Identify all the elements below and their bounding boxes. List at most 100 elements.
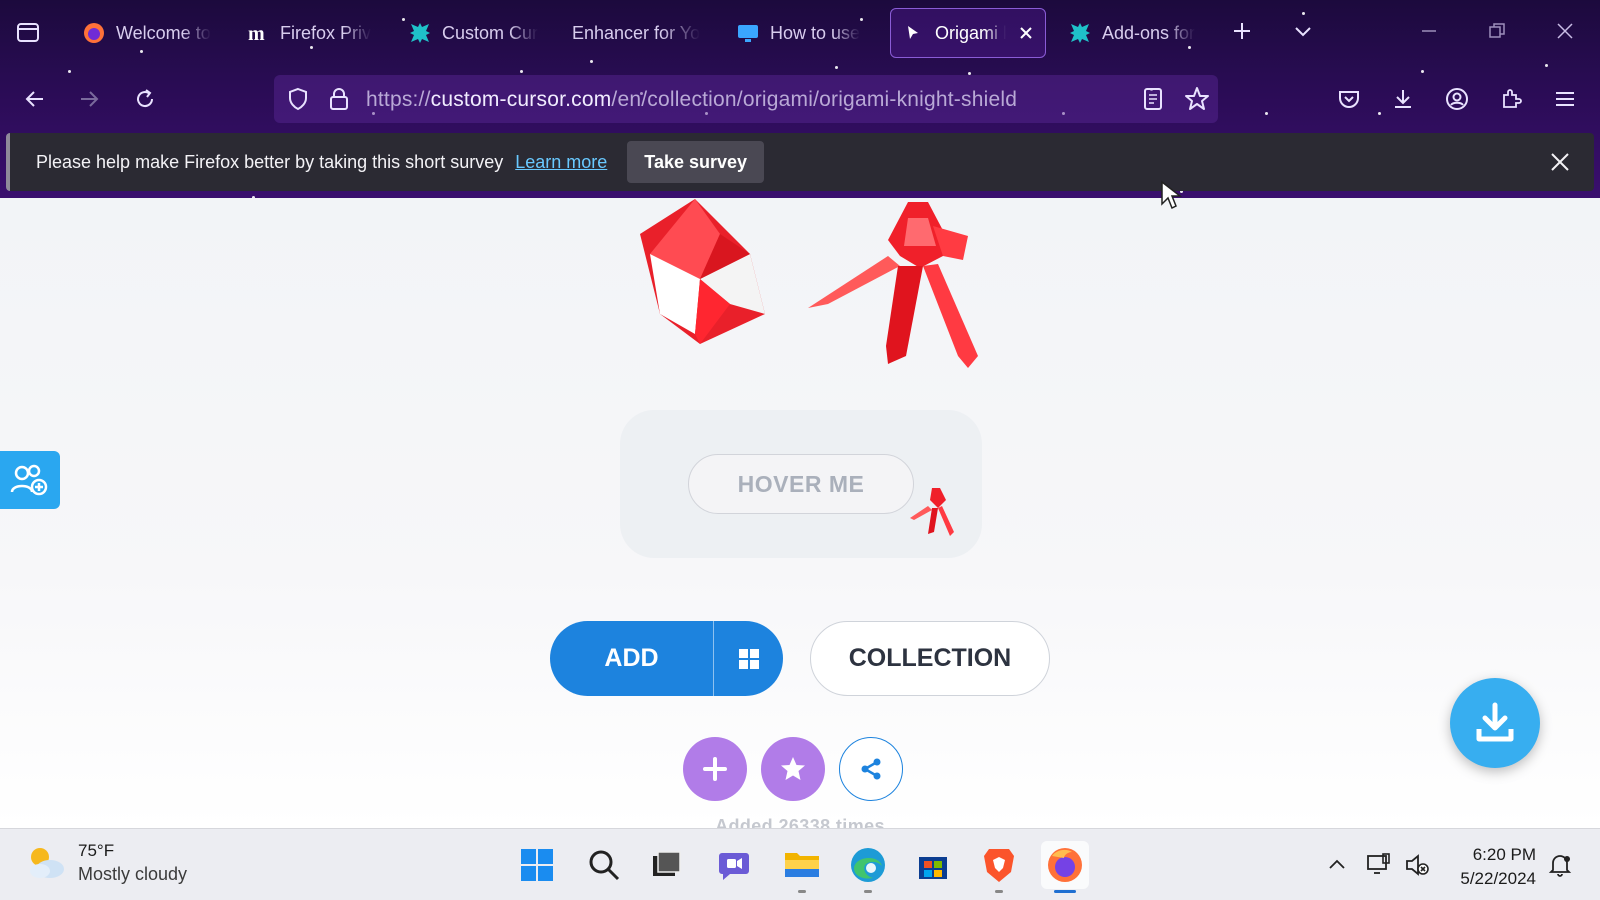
navigation-toolbar: https://custom-cursor.com/en/collection/…: [0, 66, 1600, 132]
show-hidden-icons-button[interactable]: [1323, 851, 1351, 879]
close-icon: [1557, 23, 1573, 39]
add-button-label[interactable]: ADD: [550, 621, 714, 696]
arrow-right-icon: [81, 91, 99, 107]
chevron-up-icon: [1329, 859, 1345, 869]
download-cursor-fab[interactable]: [1450, 678, 1540, 768]
weather-description: Mostly cloudy: [78, 864, 188, 884]
collection-button[interactable]: COLLECTION: [810, 621, 1050, 696]
clock-time: 6:20 PM: [1472, 845, 1536, 864]
learn-more-link[interactable]: Learn more: [515, 152, 607, 173]
add-cursor-button[interactable]: ADD: [550, 621, 783, 696]
reload-button[interactable]: [128, 82, 162, 116]
arrow-left-icon: [25, 91, 43, 107]
download-tray-icon: [1476, 702, 1514, 742]
new-tab-button[interactable]: [1227, 16, 1257, 46]
hover-me-button[interactable]: HOVER ME: [688, 454, 914, 514]
file-explorer-button[interactable]: [778, 841, 826, 893]
url-text[interactable]: https://custom-cursor.com/en/collection/…: [366, 88, 1017, 112]
account-button[interactable]: [1440, 82, 1474, 116]
added-count-text: Added 26338 times: [715, 816, 885, 828]
windows-taskbar: 75°F Mostly cloudy 6:20 PM 5/22/2024: [0, 828, 1600, 900]
close-notification-icon[interactable]: [1546, 148, 1574, 176]
forward-button[interactable]: [72, 82, 106, 116]
microsoft-store-button[interactable]: [909, 841, 957, 889]
taskbar-search-button[interactable]: [580, 841, 628, 889]
mouse-pointer-icon: [1161, 180, 1182, 210]
tab-firefox-privacy[interactable]: m Firefox Priv: [236, 8, 386, 58]
notifications-button[interactable]: [1546, 851, 1574, 879]
back-button[interactable]: [18, 82, 52, 116]
downloads-button[interactable]: [1386, 82, 1420, 116]
tab-label: Firefox Priv: [280, 22, 372, 43]
lock-icon[interactable]: [328, 87, 350, 116]
extensions-button[interactable]: [1494, 82, 1528, 116]
task-view-button[interactable]: [642, 841, 690, 889]
chevron-down-icon: [1295, 27, 1311, 37]
firefox-view-button[interactable]: [14, 18, 46, 48]
running-indicator: [864, 890, 872, 893]
weather-widget[interactable]: 75°F Mostly cloudy: [24, 841, 187, 885]
tab-label: Enhancer for Yo: [572, 22, 701, 43]
weather-temperature: 75°F: [78, 841, 115, 860]
rate-star-button[interactable]: [761, 737, 825, 801]
tab-label: Welcome to: [116, 22, 211, 43]
tab-how-to-use[interactable]: How to use: [726, 8, 876, 58]
tracking-protection-shield-icon[interactable]: [286, 87, 310, 116]
tab-custom-cursor[interactable]: Custom Cur: [398, 8, 548, 58]
pocket-button[interactable]: [1332, 82, 1366, 116]
page-content: HOVER ME ADD COLLECTION Added 26338 time…: [0, 198, 1600, 828]
tab-label: Origami k: [935, 22, 1007, 43]
plus-icon: [703, 757, 727, 781]
plus-icon: [1234, 23, 1250, 39]
monitor-network-icon: [1367, 853, 1390, 874]
accessibility-widget-button[interactable]: [0, 451, 60, 509]
browser-chrome: Welcome to m Firefox Priv Custom Cur Enh…: [0, 0, 1600, 198]
origami-knight-cursor-icon: [910, 488, 954, 536]
list-all-tabs-button[interactable]: [1288, 16, 1318, 46]
brave-lion-icon: [984, 849, 1014, 882]
task-view-icon: [653, 851, 681, 876]
notification-message: Please help make Firefox better by takin…: [36, 151, 504, 172]
minimize-button[interactable]: [1414, 16, 1444, 46]
tab-add-ons[interactable]: Add-ons for: [1058, 8, 1208, 58]
tab-label: Add-ons for: [1102, 22, 1196, 43]
tab-welcome[interactable]: Welcome to: [72, 8, 222, 58]
tab-enhancer[interactable]: Enhancer for Yo: [562, 8, 712, 58]
firefox-icon: [82, 21, 106, 45]
close-tab-icon[interactable]: [1016, 23, 1035, 43]
svg-text:m: m: [248, 23, 265, 44]
add-to-favorites-plus-button[interactable]: [683, 737, 747, 801]
origami-knight-cursor-preview: [808, 202, 978, 368]
edge-browser-button[interactable]: [844, 841, 892, 893]
bookmark-star-icon[interactable]: [1184, 86, 1210, 117]
chat-icon: [719, 853, 749, 880]
reload-icon: [137, 89, 154, 108]
puzzle-icon: [1503, 89, 1522, 108]
menu-button[interactable]: [1548, 82, 1582, 116]
url-host: custom-cursor.com: [430, 88, 612, 111]
clock-date: 5/22/2024: [1460, 869, 1536, 888]
share-button[interactable]: [839, 737, 903, 801]
m-logo-icon: m: [246, 21, 270, 45]
firefox-taskbar-button[interactable]: [1041, 841, 1089, 893]
brave-browser-button[interactable]: [975, 841, 1023, 893]
close-window-button[interactable]: [1550, 16, 1580, 46]
volume-tray-icon[interactable]: [1403, 851, 1431, 879]
share-icon: [861, 758, 881, 780]
chat-app-button[interactable]: [710, 841, 758, 889]
reader-view-icon[interactable]: [1142, 87, 1164, 116]
users-add-icon: [10, 464, 48, 496]
tab-bar: Welcome to m Firefox Priv Custom Cur Enh…: [0, 0, 1600, 66]
take-survey-button[interactable]: Take survey: [627, 141, 765, 183]
url-bar[interactable]: https://custom-cursor.com/en/collection/…: [274, 75, 1218, 123]
windows-install-button[interactable]: [714, 621, 783, 696]
start-button[interactable]: [513, 841, 561, 889]
restore-button[interactable]: [1482, 16, 1512, 46]
network-tray-icon[interactable]: [1365, 851, 1393, 879]
windows-start-icon: [521, 849, 553, 881]
tab-origami-knight[interactable]: Origami k: [890, 8, 1046, 58]
search-icon: [589, 850, 620, 881]
system-clock[interactable]: 6:20 PM 5/22/2024: [1440, 843, 1536, 891]
tab-label: Custom Cur: [442, 22, 538, 43]
running-indicator: [995, 890, 1003, 893]
